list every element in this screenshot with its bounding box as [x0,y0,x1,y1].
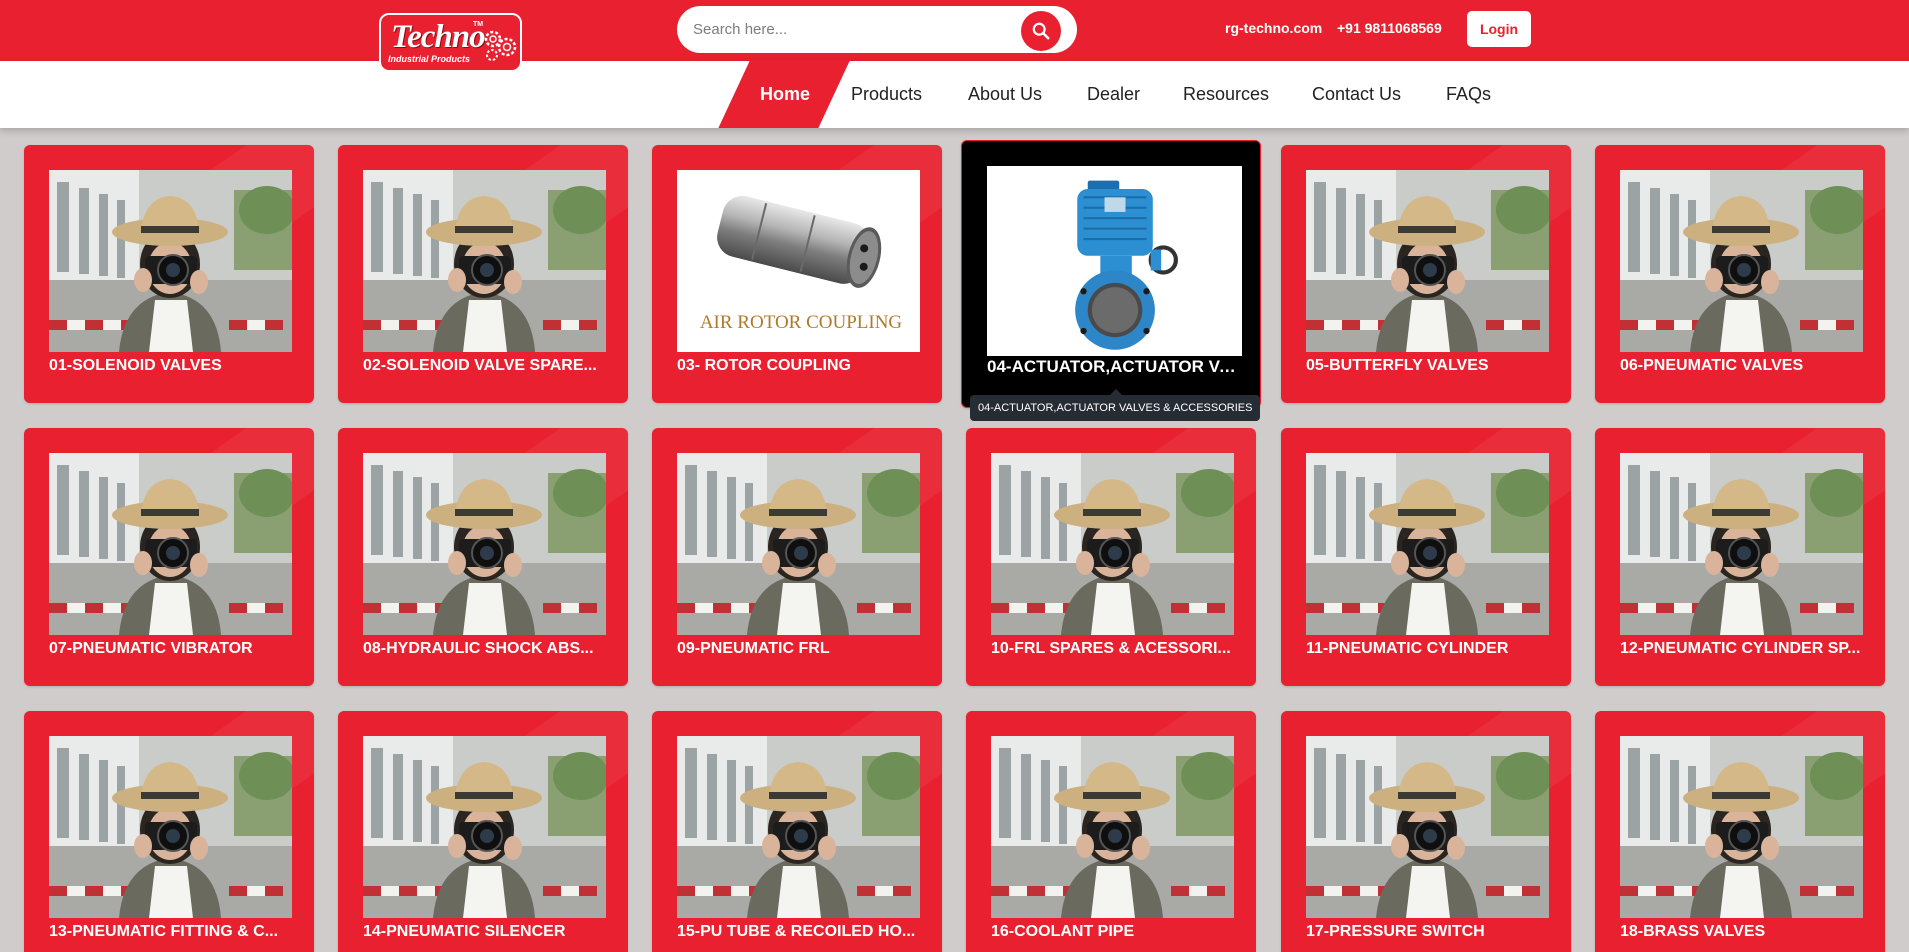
photographer-image [1620,170,1863,352]
product-label[interactable]: 11-PNEUMATIC CYLINDER [1306,640,1556,658]
photographer-image [49,453,292,635]
product-tooltip: 04-ACTUATOR,ACTUATOR VALVES & ACCESSORIE… [970,389,1261,421]
product-card[interactable]: 15-PU TUBE & RECOILED HO... [652,711,942,952]
product-card[interactable]: 04-ACTUATOR,ACTUATOR VA... [961,140,1261,408]
product-label[interactable]: 04-ACTUATOR,ACTUATOR VA... [987,357,1237,377]
nav-resources[interactable]: Resources [1183,61,1269,128]
product-card[interactable]: 11-PNEUMATIC CYLINDER [1281,428,1571,686]
product-card[interactable]: AIR ROTOR COUPLING 03- ROTOR COUPLING [652,145,942,403]
product-image[interactable] [1306,736,1549,918]
photographer-image [677,453,920,635]
photographer-image [1306,170,1549,352]
product-card[interactable]: 17-PRESSURE SWITCH [1281,711,1571,952]
nav-contact-us[interactable]: Contact Us [1312,61,1401,128]
photographer-image [49,170,292,352]
product-label[interactable]: 08-HYDRAULIC SHOCK ABS... [363,640,613,658]
photographer-image [1620,453,1863,635]
product-card[interactable]: 01-SOLENOID VALVES [24,145,314,403]
photographer-image [677,736,920,918]
product-label[interactable]: 05-BUTTERFLY VALVES [1306,357,1556,375]
logo[interactable]: Techno TM Industrial Products [379,13,522,72]
product-image[interactable]: AIR ROTOR COUPLING [677,170,920,352]
product-card[interactable]: 13-PNEUMATIC FITTING & C... [24,711,314,952]
product-image[interactable] [991,453,1234,635]
product-card[interactable]: 02-SOLENOID VALVE SPARE... [338,145,628,403]
photographer-image [363,736,606,918]
nav-about-us[interactable]: About Us [968,61,1042,128]
photographer-image [991,736,1234,918]
product-card[interactable]: 12-PNEUMATIC CYLINDER SP... [1595,428,1885,686]
product-image[interactable] [49,736,292,918]
product-grid: 01-SOLENOID VALVES 02-SOLENOID VALVE SPA… [0,0,1909,952]
product-label[interactable]: 02-SOLENOID VALVE SPARE... [363,357,613,375]
product-card[interactable]: 16-COOLANT PIPE [966,711,1256,952]
photographer-image [49,736,292,918]
product-image[interactable] [363,453,606,635]
product-label[interactable]: 06-PNEUMATIC VALVES [1620,357,1870,375]
product-label[interactable]: 16-COOLANT PIPE [991,923,1241,941]
photographer-image [1620,736,1863,918]
product-label[interactable]: 14-PNEUMATIC SILENCER [363,923,613,941]
logo-subtext: Industrial Products [388,54,471,64]
photographer-image [363,453,606,635]
rotor-coupling-image: AIR ROTOR COUPLING [677,170,920,352]
product-image[interactable] [1620,453,1863,635]
product-image[interactable] [1620,736,1863,918]
product-image[interactable] [363,736,606,918]
nav-dealer[interactable]: Dealer [1087,61,1140,128]
product-image[interactable] [49,453,292,635]
product-image[interactable] [363,170,606,352]
product-image[interactable] [677,736,920,918]
photographer-image [1306,736,1549,918]
product-image[interactable] [677,453,920,635]
product-card[interactable]: 07-PNEUMATIC VIBRATOR [24,428,314,686]
product-label[interactable]: 03- ROTOR COUPLING [677,357,927,375]
product-image[interactable] [1306,170,1549,352]
gears-icon [484,30,517,61]
product-label[interactable]: 17-PRESSURE SWITCH [1306,923,1556,941]
product-label[interactable]: 13-PNEUMATIC FITTING & C... [49,923,299,941]
main-nav: Home Products About Us Dealer Resources … [0,61,1909,128]
nav-products[interactable]: Products [851,61,922,128]
nav-faqs[interactable]: FAQs [1446,61,1491,128]
product-label[interactable]: 09-PNEUMATIC FRL [677,640,927,658]
product-label[interactable]: 07-PNEUMATIC VIBRATOR [49,640,299,658]
product-label[interactable]: 12-PNEUMATIC CYLINDER SP... [1620,640,1870,658]
product-card[interactable]: 10-FRL SPARES & ACESSORI... [966,428,1256,686]
logo-text: Techno [391,19,486,55]
product-image[interactable] [991,736,1234,918]
product-label[interactable]: 15-PU TUBE & RECOILED HO... [677,923,927,941]
product-image[interactable] [49,170,292,352]
product-card[interactable]: 09-PNEUMATIC FRL [652,428,942,686]
product-card[interactable]: 08-HYDRAULIC SHOCK ABS... [338,428,628,686]
photographer-image [1306,453,1549,635]
product-label[interactable]: 01-SOLENOID VALVES [49,357,299,375]
product-card[interactable]: 14-PNEUMATIC SILENCER [338,711,628,952]
product-card[interactable]: 05-BUTTERFLY VALVES [1281,145,1571,403]
product-label[interactable]: 18-BRASS VALVES [1620,923,1870,941]
product-image[interactable] [987,166,1242,356]
photographer-image [363,170,606,352]
product-image[interactable] [1620,170,1863,352]
svg-text:AIR ROTOR COUPLING: AIR ROTOR COUPLING [700,312,903,333]
product-label[interactable]: 10-FRL SPARES & ACESSORI... [991,640,1241,658]
product-card[interactable]: 18-BRASS VALVES [1595,711,1885,952]
nav-home[interactable]: Home [760,61,810,128]
product-image[interactable] [1306,453,1549,635]
product-card[interactable]: 06-PNEUMATIC VALVES [1595,145,1885,403]
actuator-valve-image [987,166,1242,356]
photographer-image [991,453,1234,635]
